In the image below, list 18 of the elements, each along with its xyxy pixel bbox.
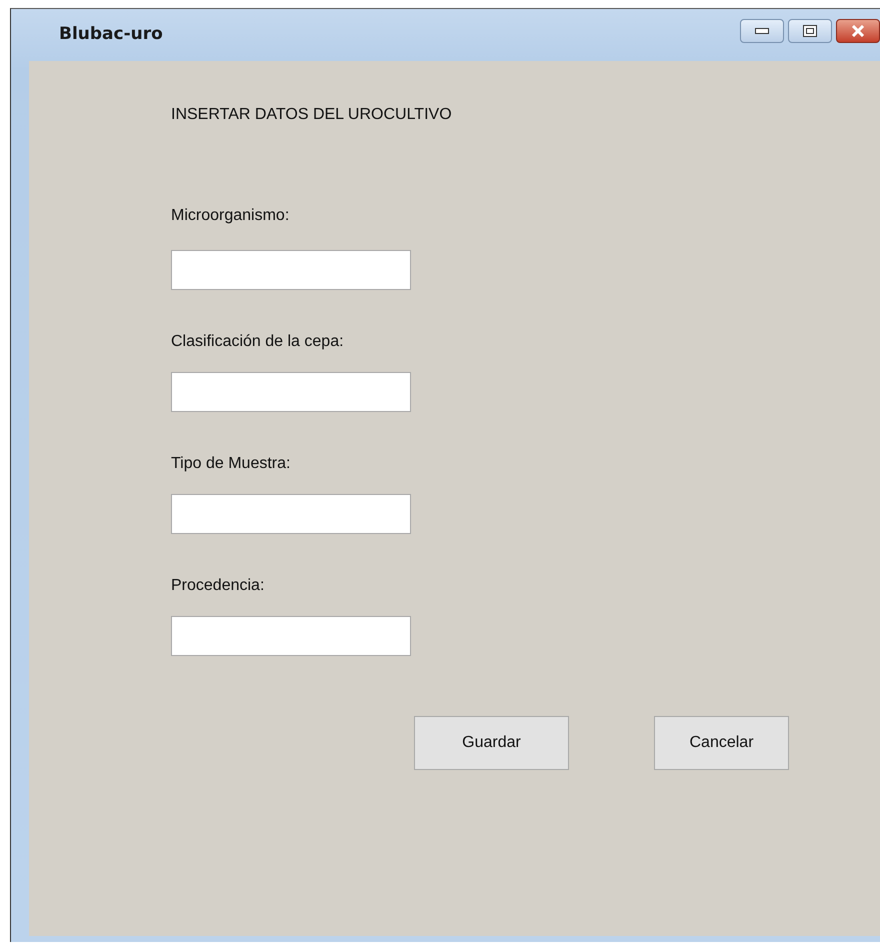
input-field[interactable] <box>171 372 411 412</box>
field-label: Clasificación de la cepa: <box>171 332 344 352</box>
minimize-icon <box>755 28 769 34</box>
save-button[interactable]: Guardar <box>414 716 569 770</box>
field-label: Procedencia: <box>171 576 264 596</box>
input-field[interactable] <box>171 250 411 290</box>
window-title: Blubac-uro <box>59 23 163 46</box>
close-icon <box>851 25 865 37</box>
form-heading: INSERTAR DATOS DEL UROCULTIVO <box>171 105 453 125</box>
cancel-button[interactable]: Cancelar <box>654 716 789 770</box>
minimize-button[interactable] <box>740 19 784 43</box>
maximize-icon <box>803 25 817 37</box>
input-field[interactable] <box>171 616 411 656</box>
maximize-button[interactable] <box>788 19 832 43</box>
field-label: Microorganismo: <box>171 206 290 226</box>
field-label: Tipo de Muestra: <box>171 454 290 474</box>
input-field[interactable] <box>171 494 411 534</box>
close-button[interactable] <box>836 19 880 43</box>
